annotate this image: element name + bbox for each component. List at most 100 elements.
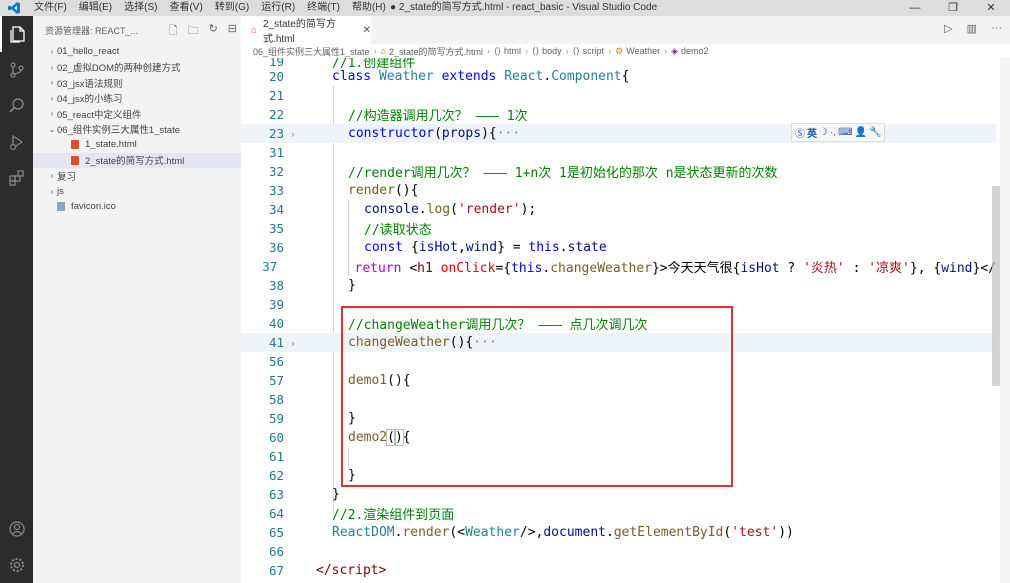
- method-icon: ◈: [671, 45, 679, 56]
- tree-folder[interactable]: › 03_jsx语法规则: [33, 75, 241, 91]
- line-number: 59: [268, 411, 284, 426]
- line-number: 38: [268, 278, 284, 293]
- fold-chevron-icon[interactable]: ›: [284, 338, 302, 348]
- explorer-sidebar: 资源管理器: REACT_... 🗋 🗀 ↻ ⊟ › 01_hello_react…: [33, 16, 241, 583]
- menu-view[interactable]: 查看(V): [163, 0, 208, 16]
- line-number: 67: [268, 563, 284, 578]
- title-bar: 文件(F) 编辑(E) 选择(S) 查看(V) 转到(G) 运行(R) 终端(T…: [0, 0, 1010, 16]
- code-text: //2.渲染组件到页面: [332, 508, 455, 523]
- run-debug-icon[interactable]: [0, 124, 33, 160]
- chevron-right-icon: ›: [50, 109, 54, 119]
- editor-tabs: ⌂ 2_state的简写方式.html ✕ ▷ ▥ ···: [241, 16, 1010, 45]
- code-line-62: 62 }: [241, 466, 996, 485]
- breadcrumb-demo2[interactable]: demo2: [681, 46, 709, 56]
- code-line-67: 67 </script>: [241, 561, 996, 580]
- tab-2-state[interactable]: ⌂ 2_state的简写方式.html ✕: [241, 16, 371, 45]
- breadcrumb-script[interactable]: script: [583, 46, 605, 56]
- line-number: 33: [268, 183, 284, 198]
- code-text: const {isHot,wind} = this.state: [364, 240, 607, 255]
- tree-file[interactable]: 2_state的简写方式.html: [33, 152, 241, 168]
- split-editor-icon[interactable]: ▥: [967, 22, 977, 35]
- code-line-37: 37 return <h1 onClick={this.changeWeathe…: [241, 257, 996, 276]
- search-icon[interactable]: [0, 88, 33, 124]
- account-icon[interactable]: [0, 511, 33, 547]
- tree-folder[interactable]: › 04_jsx的小练习: [33, 91, 241, 107]
- breadcrumb-weather[interactable]: Weather: [626, 46, 660, 56]
- code-editor[interactable]: 19 //1.创建组件 20 class Weather extends Rea…: [241, 58, 1010, 583]
- code-line-38: 38 }: [241, 276, 996, 295]
- code-line-21: 21: [241, 86, 996, 105]
- tree-folder[interactable]: › 01_hello_react: [33, 44, 241, 60]
- code-text: console.log('render');: [364, 202, 537, 217]
- menu-edit[interactable]: 编辑(E): [73, 0, 118, 16]
- menu-go[interactable]: 转到(G): [209, 0, 255, 16]
- tree-file[interactable]: favicon.ico: [33, 199, 241, 215]
- keyboard-icon[interactable]: ⌨: [838, 127, 852, 138]
- new-file-icon[interactable]: 🗋: [169, 22, 178, 41]
- restore-button[interactable]: ❐: [934, 0, 972, 16]
- tab-label: 2_state的简写方式.html: [263, 19, 336, 45]
- refresh-icon[interactable]: ↻: [209, 22, 218, 41]
- code-text: demo1(){: [348, 373, 411, 388]
- code-line-33: 33 render(){: [241, 181, 996, 200]
- breadcrumb-html[interactable]: html: [504, 46, 521, 56]
- tree-folder[interactable]: › 复习: [33, 168, 241, 184]
- chevron-right-icon: ›: [50, 171, 54, 181]
- vscode-logo-icon: [0, 0, 28, 16]
- line-number: 40: [268, 316, 284, 331]
- tree-folder[interactable]: › 02_虚拟DOM的两种创建方式: [33, 60, 241, 76]
- extensions-icon[interactable]: [0, 160, 33, 196]
- line-number: 63: [268, 487, 284, 502]
- vertical-scrollbar[interactable]: [992, 186, 1000, 386]
- line-number: 65: [268, 525, 284, 540]
- breadcrumb-body[interactable]: body: [542, 46, 562, 56]
- code-line-20: 20 class Weather extends React.Component…: [241, 67, 996, 86]
- line-number: 39: [268, 297, 284, 312]
- tree-file[interactable]: 1_state.html: [33, 137, 241, 153]
- menu-terminal[interactable]: 终端(T): [301, 0, 346, 16]
- wrench-icon[interactable]: 🔧: [869, 127, 881, 138]
- window-title: ● 2_state的简写方式.html - react_basic - Visu…: [390, 2, 658, 13]
- settings-gear-icon[interactable]: [0, 547, 33, 583]
- code-line-39: 39: [241, 295, 996, 314]
- code-line-59: 59 }: [241, 409, 996, 428]
- ime-lang-label[interactable]: 英: [807, 125, 817, 140]
- punctuation-icon[interactable]: ·,: [830, 127, 836, 138]
- tree-folder[interactable]: › 05_react中定义组件: [33, 106, 241, 122]
- moon-icon[interactable]: ☽: [819, 127, 828, 138]
- close-tab-icon[interactable]: ✕: [363, 25, 371, 36]
- tree-folder[interactable]: › js: [33, 184, 241, 200]
- chevron-right-icon: ›: [373, 46, 377, 56]
- tree-folder[interactable]: ⌄ 06_组件实例三大属性1_state: [33, 122, 241, 138]
- menu-file[interactable]: 文件(F): [28, 0, 73, 16]
- menu-run[interactable]: 运行(R): [255, 0, 301, 16]
- tag-icon: ⟨⟩: [494, 45, 502, 56]
- code-text: //changeWeather调用几次？ ——— 点几次调几次: [348, 318, 648, 333]
- line-number: 62: [268, 468, 284, 483]
- code-text: }: [348, 468, 356, 483]
- fold-chevron-icon[interactable]: ›: [284, 129, 302, 139]
- menu-selection[interactable]: 选择(S): [118, 0, 163, 16]
- breadcrumb-folder[interactable]: 06_组件实例三大属性1_state: [253, 45, 370, 58]
- more-actions-icon[interactable]: ···: [991, 22, 1002, 35]
- line-number: 34: [268, 202, 284, 217]
- line-number: 41: [268, 335, 284, 350]
- run-icon[interactable]: ▷: [944, 22, 952, 35]
- tree-item-label: 02_虚拟DOM的两种创建方式: [57, 63, 181, 75]
- new-folder-icon[interactable]: 🗀: [188, 22, 199, 41]
- code-line-63: 63 }: [241, 485, 996, 504]
- person-icon[interactable]: 👤: [855, 127, 867, 138]
- breadcrumb: 06_组件实例三大属性1_state › ⌂ 2_state的简写方式.html…: [241, 44, 1010, 58]
- minimize-button[interactable]: —: [896, 0, 934, 16]
- tree-item-label: js: [57, 185, 64, 197]
- ime-toolbar[interactable]: Ⓢ 英 ☽ ·, ⌨ 👤 🔧: [791, 123, 886, 142]
- chevron-down-icon: ⌄: [48, 124, 56, 134]
- code-line-32: 32 //render调用几次？ ——— 1+n次 1是初始化的那次 n是状态更…: [241, 162, 996, 181]
- breadcrumb-file[interactable]: 2_state的简写方式.html: [389, 45, 483, 58]
- explorer-icon[interactable]: [0, 16, 33, 52]
- collapse-all-icon[interactable]: ⊟: [228, 22, 237, 41]
- code-text: }: [348, 278, 356, 293]
- menu-help[interactable]: 帮助(H): [346, 0, 392, 16]
- close-button[interactable]: ✕: [972, 0, 1010, 16]
- source-control-icon[interactable]: [0, 52, 33, 88]
